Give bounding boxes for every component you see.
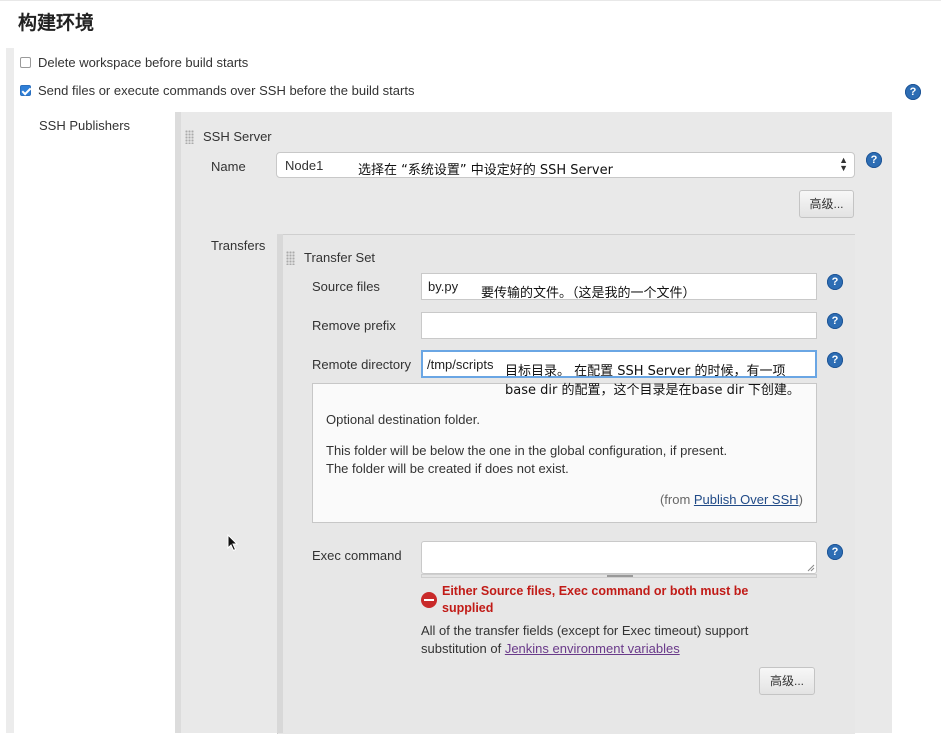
jenkins-env-vars-link[interactable]: Jenkins environment variables xyxy=(505,641,680,656)
remove-prefix-label: Remove prefix xyxy=(312,318,396,333)
help-icon[interactable]: ? xyxy=(827,352,843,368)
ssh-server-panel-bar xyxy=(175,112,181,733)
ssh-server-header: SSH Server xyxy=(203,129,272,144)
help-line-3: The folder will be created if does not e… xyxy=(326,461,569,476)
exec-command-label: Exec command xyxy=(312,548,402,563)
mouse-cursor-icon xyxy=(227,534,239,552)
remote-directory-label: Remote directory xyxy=(312,357,411,372)
drag-handle-icon[interactable] xyxy=(185,130,194,144)
section-title: 构建环境 xyxy=(18,12,95,34)
help-icon[interactable]: ? xyxy=(866,152,882,168)
transfer-set-panel-bar xyxy=(277,234,283,733)
remote-directory-value: /tmp/scripts xyxy=(427,357,494,372)
info-prefix: substitution of xyxy=(421,641,505,656)
textarea-resize-bar[interactable] xyxy=(421,574,817,578)
server-advanced-button[interactable]: 高级... xyxy=(799,190,854,218)
error-message-line-1: Either Source files, Exec command or bot… xyxy=(442,584,749,598)
delete-workspace-checkbox[interactable] xyxy=(20,57,31,68)
transfer-advanced-button[interactable]: 高级... xyxy=(759,667,815,695)
name-label: Name xyxy=(211,159,246,174)
grip-lines-icon xyxy=(607,575,633,577)
section-side-bar xyxy=(6,48,14,733)
error-message-line-2: supplied xyxy=(442,601,494,615)
send-files-ssh-checkbox[interactable] xyxy=(20,85,31,96)
ssh-publishers-label: SSH Publishers xyxy=(39,118,131,133)
help-line-2: This folder will be below the one in the… xyxy=(326,443,728,458)
help-icon[interactable]: ? xyxy=(827,544,843,560)
transfers-label: Transfers xyxy=(211,238,266,253)
name-annotation: 选择在 “系统设置” 中设定好的 SSH Server xyxy=(358,163,613,178)
info-line-2: substitution of Jenkins environment vari… xyxy=(421,641,680,656)
help-source-suffix: ) xyxy=(798,492,803,507)
info-line-1: All of the transfer fields (except for E… xyxy=(421,623,749,638)
help-icon[interactable]: ? xyxy=(905,84,921,100)
remove-prefix-input[interactable] xyxy=(421,312,817,339)
publish-over-ssh-link[interactable]: Publish Over SSH xyxy=(694,492,799,507)
delete-workspace-label[interactable]: Delete workspace before build starts xyxy=(38,55,248,70)
help-source-prefix: (from xyxy=(659,492,694,507)
help-source: (from Publish Over SSH) xyxy=(660,492,803,507)
source-files-label: Source files xyxy=(312,279,380,294)
source-files-value: by.py xyxy=(428,279,459,294)
help-icon[interactable]: ? xyxy=(827,274,843,290)
send-files-ssh-label[interactable]: Send files or execute commands over SSH … xyxy=(38,83,414,98)
exec-command-textarea[interactable] xyxy=(421,541,817,574)
select-arrow-icon: ▲ ▼ xyxy=(839,155,848,173)
help-icon[interactable]: ? xyxy=(827,313,843,329)
error-icon xyxy=(421,592,437,608)
source-files-annotation: 要传输的文件。（这是我的一个文件） xyxy=(481,286,696,301)
top-divider xyxy=(0,0,941,1)
textarea-resize-icon[interactable] xyxy=(807,564,815,572)
ssh-server-select-value: Node1 xyxy=(285,158,324,173)
help-line-1: Optional destination folder. xyxy=(326,412,480,427)
drag-handle-icon[interactable] xyxy=(286,251,295,265)
remote-directory-help-box: Optional destination folder. This folder… xyxy=(312,383,817,523)
transfer-set-header: Transfer Set xyxy=(304,250,376,265)
remote-directory-annotation-1: 目标目录。 在配置 SSH Server 的时候，有一项 xyxy=(505,364,786,379)
remote-directory-annotation-2: base dir 的配置，这个目录是在base dir 下创建。 xyxy=(505,383,800,398)
